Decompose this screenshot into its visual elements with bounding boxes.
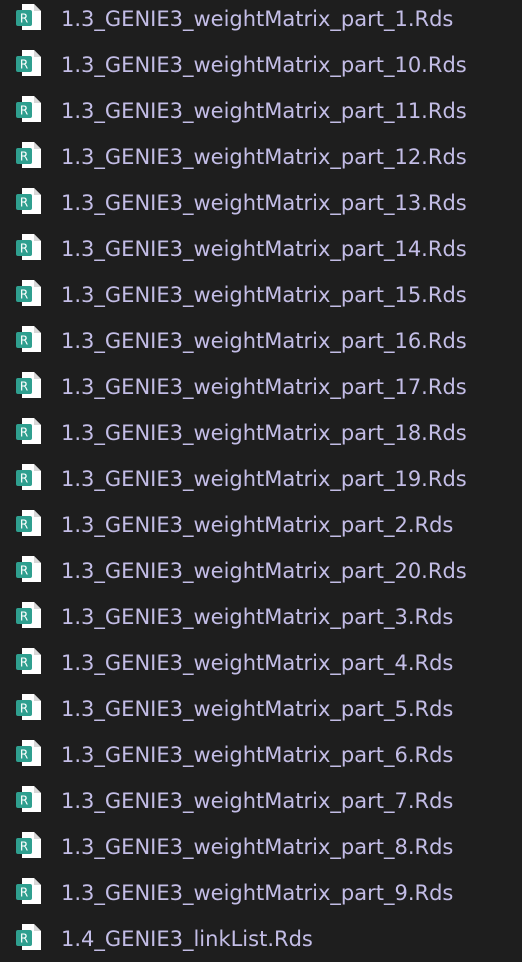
r-file-icon: R xyxy=(16,648,41,674)
file-row[interactable]: R 1.3_GENIE3_weightMatrix_part_12.Rds xyxy=(0,134,522,180)
r-file-icon: R xyxy=(16,878,41,904)
svg-text:R: R xyxy=(20,840,28,854)
file-name: 1.3_GENIE3_weightMatrix_part_14.Rds xyxy=(61,237,467,261)
svg-text:R: R xyxy=(20,196,28,210)
file-row[interactable]: R 1.3_GENIE3_weightMatrix_part_6.Rds xyxy=(0,732,522,778)
svg-text:R: R xyxy=(20,564,28,578)
file-name: 1.3_GENIE3_weightMatrix_part_4.Rds xyxy=(61,651,454,675)
svg-text:R: R xyxy=(20,334,28,348)
file-name: 1.4_GENIE3_linkList.Rds xyxy=(61,927,313,951)
file-row[interactable]: R 1.3_GENIE3_weightMatrix_part_18.Rds xyxy=(0,410,522,456)
svg-text:R: R xyxy=(20,104,28,118)
file-row[interactable]: R 1.3_GENIE3_weightMatrix_part_16.Rds xyxy=(0,318,522,364)
file-row[interactable]: R 1.3_GENIE3_weightMatrix_part_11.Rds xyxy=(0,88,522,134)
r-file-icon: R xyxy=(16,142,41,168)
r-file-icon: R xyxy=(16,602,41,628)
file-name: 1.3_GENIE3_weightMatrix_part_12.Rds xyxy=(61,145,467,169)
file-row[interactable]: R 1.3_GENIE3_weightMatrix_part_7.Rds xyxy=(0,778,522,824)
file-row[interactable]: R 1.3_GENIE3_weightMatrix_part_8.Rds xyxy=(0,824,522,870)
file-name: 1.3_GENIE3_weightMatrix_part_18.Rds xyxy=(61,421,467,445)
file-name: 1.3_GENIE3_weightMatrix_part_16.Rds xyxy=(61,329,467,353)
file-row[interactable]: R 1.3_GENIE3_weightMatrix_part_14.Rds xyxy=(0,226,522,272)
file-name: 1.3_GENIE3_weightMatrix_part_15.Rds xyxy=(61,283,467,307)
file-name: 1.3_GENIE3_weightMatrix_part_9.Rds xyxy=(61,881,454,905)
file-name: 1.3_GENIE3_weightMatrix_part_19.Rds xyxy=(61,467,467,491)
file-name: 1.3_GENIE3_weightMatrix_part_2.Rds xyxy=(61,513,454,537)
r-file-icon: R xyxy=(16,280,41,306)
r-file-icon: R xyxy=(16,786,41,812)
svg-text:R: R xyxy=(20,242,28,256)
svg-text:R: R xyxy=(20,932,28,946)
svg-text:R: R xyxy=(20,702,28,716)
r-file-icon: R xyxy=(16,464,41,490)
r-file-icon: R xyxy=(16,372,41,398)
r-file-icon: R xyxy=(16,418,41,444)
file-name: 1.3_GENIE3_weightMatrix_part_7.Rds xyxy=(61,789,454,813)
file-row[interactable]: R 1.3_GENIE3_weightMatrix_part_3.Rds xyxy=(0,594,522,640)
file-row[interactable]: R 1.3_GENIE3_weightMatrix_part_4.Rds xyxy=(0,640,522,686)
r-file-icon: R xyxy=(16,188,41,214)
r-file-icon: R xyxy=(16,510,41,536)
r-file-icon: R xyxy=(16,50,41,76)
r-file-icon: R xyxy=(16,694,41,720)
file-row[interactable]: R 1.3_GENIE3_weightMatrix_part_15.Rds xyxy=(0,272,522,318)
r-file-icon: R xyxy=(16,924,41,950)
file-row[interactable]: R 1.3_GENIE3_weightMatrix_part_19.Rds xyxy=(0,456,522,502)
file-name: 1.3_GENIE3_weightMatrix_part_13.Rds xyxy=(61,191,467,215)
file-list: R 1.3_GENIE3_weightMatrix_part_1.Rds R 1… xyxy=(0,0,522,962)
file-name: 1.3_GENIE3_weightMatrix_part_6.Rds xyxy=(61,743,454,767)
file-name: 1.3_GENIE3_weightMatrix_part_1.Rds xyxy=(61,7,454,31)
file-name: 1.3_GENIE3_weightMatrix_part_3.Rds xyxy=(61,605,454,629)
file-name: 1.3_GENIE3_weightMatrix_part_20.Rds xyxy=(61,559,467,583)
file-row[interactable]: R 1.3_GENIE3_weightMatrix_part_9.Rds xyxy=(0,870,522,916)
svg-text:R: R xyxy=(20,886,28,900)
file-row[interactable]: R 1.3_GENIE3_weightMatrix_part_20.Rds xyxy=(0,548,522,594)
r-file-icon: R xyxy=(16,832,41,858)
file-name: 1.3_GENIE3_weightMatrix_part_11.Rds xyxy=(61,99,467,123)
file-name: 1.3_GENIE3_weightMatrix_part_17.Rds xyxy=(61,375,467,399)
svg-text:R: R xyxy=(20,610,28,624)
file-row[interactable]: R 1.3_GENIE3_weightMatrix_part_5.Rds xyxy=(0,686,522,732)
file-name: 1.3_GENIE3_weightMatrix_part_10.Rds xyxy=(61,53,467,77)
svg-text:R: R xyxy=(20,150,28,164)
r-file-icon: R xyxy=(16,234,41,260)
file-row[interactable]: R 1.3_GENIE3_weightMatrix_part_13.Rds xyxy=(0,180,522,226)
svg-text:R: R xyxy=(20,380,28,394)
file-row[interactable]: R 1.3_GENIE3_weightMatrix_part_1.Rds xyxy=(0,0,522,42)
svg-text:R: R xyxy=(20,288,28,302)
r-file-icon: R xyxy=(16,740,41,766)
file-row[interactable]: R 1.3_GENIE3_weightMatrix_part_2.Rds xyxy=(0,502,522,548)
r-file-icon: R xyxy=(16,556,41,582)
svg-text:R: R xyxy=(20,748,28,762)
r-file-icon: R xyxy=(16,96,41,122)
file-row[interactable]: R 1.3_GENIE3_weightMatrix_part_17.Rds xyxy=(0,364,522,410)
svg-text:R: R xyxy=(20,58,28,72)
file-name: 1.3_GENIE3_weightMatrix_part_5.Rds xyxy=(61,697,454,721)
file-name: 1.3_GENIE3_weightMatrix_part_8.Rds xyxy=(61,835,454,859)
r-file-icon: R xyxy=(16,326,41,352)
svg-text:R: R xyxy=(20,518,28,532)
svg-text:R: R xyxy=(20,472,28,486)
svg-text:R: R xyxy=(20,794,28,808)
svg-text:R: R xyxy=(20,426,28,440)
svg-text:R: R xyxy=(20,656,28,670)
file-row[interactable]: R 1.3_GENIE3_weightMatrix_part_10.Rds xyxy=(0,42,522,88)
r-file-icon: R xyxy=(16,4,41,30)
svg-text:R: R xyxy=(20,12,28,26)
file-row[interactable]: R 1.4_GENIE3_linkList.Rds xyxy=(0,916,522,962)
